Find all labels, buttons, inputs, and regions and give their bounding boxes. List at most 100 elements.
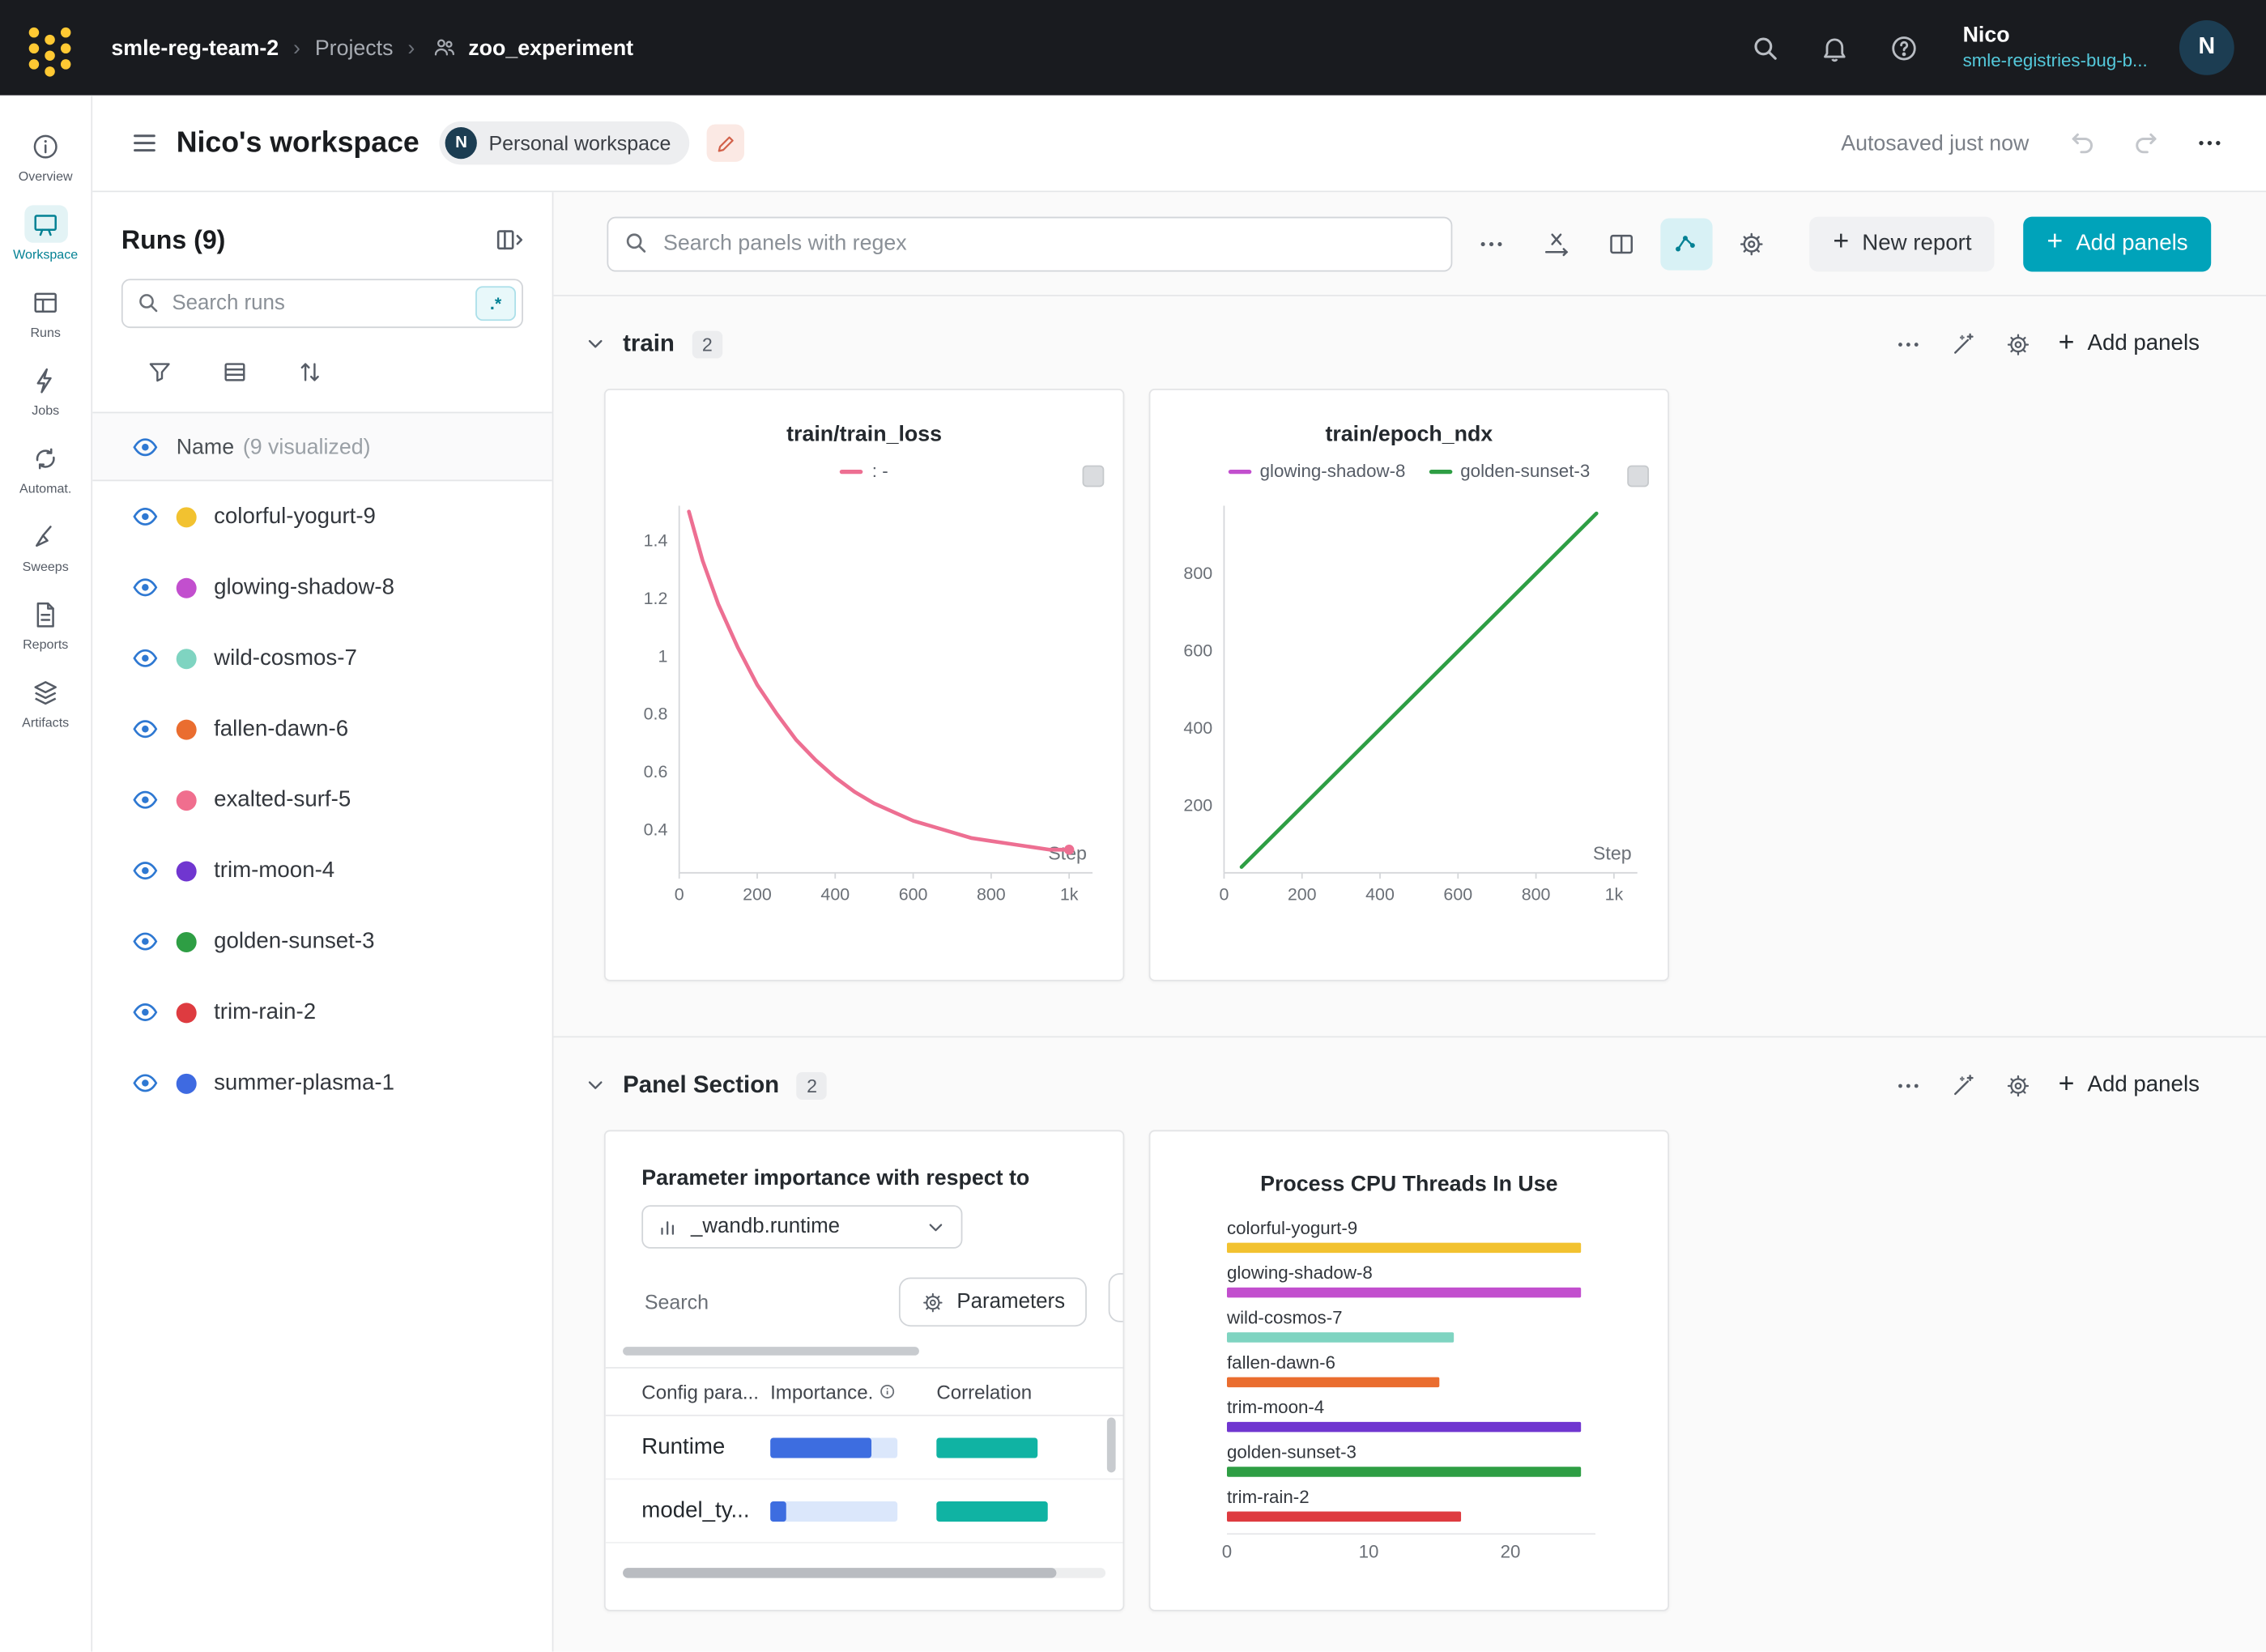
panel-grip-icon[interactable] [1627, 466, 1649, 488]
param-search-input[interactable] [641, 1289, 829, 1315]
filter-icon[interactable] [138, 351, 179, 392]
horizontal-scrollbar[interactable] [623, 1568, 1105, 1577]
help-icon[interactable] [1885, 29, 1922, 66]
config-param-column-header[interactable]: Config para... [606, 1381, 770, 1403]
param-table-row[interactable]: Runtime [606, 1416, 1123, 1480]
settings-gear-icon[interactable] [1726, 218, 1778, 270]
global-search-icon[interactable] [1746, 29, 1783, 66]
toolbar-more-icon[interactable] [1465, 218, 1517, 270]
redo-icon[interactable] [2124, 121, 2168, 165]
panel-epoch-ndx[interactable]: train/epoch_ndx glowing-shadow-8golden-s… [1149, 389, 1669, 981]
panel-train-loss[interactable]: train/train_loss : - 0.40.60.811.21.4020… [604, 389, 1124, 981]
visibility-eye-icon[interactable] [130, 786, 160, 815]
run-name[interactable]: colorful-yogurt-9 [214, 504, 376, 530]
section-gear-icon[interactable] [1995, 1062, 2041, 1109]
chevron-down-icon[interactable] [580, 1069, 611, 1101]
run-row[interactable]: summer-plasma-1 [92, 1048, 552, 1118]
hidden-button-edge[interactable] [1109, 1273, 1125, 1322]
rail-item-runs[interactable]: Runs [2, 283, 89, 340]
visibility-eye-icon[interactable] [130, 998, 160, 1027]
expand-runs-table-icon[interactable] [488, 221, 532, 258]
sort-icon[interactable] [289, 351, 330, 392]
run-row[interactable]: glowing-shadow-8 [92, 552, 552, 623]
panel-parameter-importance[interactable]: Parameter importance with respect to _wa… [604, 1130, 1124, 1611]
runs-search-input[interactable] [121, 279, 523, 328]
run-row[interactable]: fallen-dawn-6 [92, 694, 552, 764]
add-panels-button[interactable]: + Add panels [2024, 216, 2211, 271]
collapse-sidebar-icon[interactable] [124, 123, 164, 164]
undo-icon[interactable] [2061, 121, 2105, 165]
section-gear-icon[interactable] [1995, 321, 2041, 367]
regex-toggle[interactable]: .* [475, 286, 516, 321]
rail-item-sweeps[interactable]: Sweeps [2, 517, 89, 574]
run-name[interactable]: wild-cosmos-7 [214, 645, 357, 671]
rail-item-artifacts[interactable]: Artifacts [2, 674, 89, 730]
run-comparer-icon[interactable] [1660, 218, 1712, 270]
breadcrumb-projects[interactable]: Projects [315, 36, 394, 60]
personal-workspace-badge[interactable]: N Personal workspace [440, 121, 690, 165]
section-title[interactable]: train [623, 330, 675, 358]
svg-text:1k: 1k [1605, 885, 1624, 905]
run-row[interactable]: golden-sunset-3 [92, 906, 552, 977]
breadcrumb-project[interactable]: zoo_experiment [468, 36, 633, 60]
x-axis-settings-icon[interactable] [1531, 218, 1582, 270]
run-row[interactable]: exalted-surf-5 [92, 764, 552, 835]
run-row[interactable]: colorful-yogurt-9 [92, 481, 552, 551]
run-name[interactable]: summer-plasma-1 [214, 1070, 394, 1096]
section-add-panels-button[interactable]: + Add panels [2050, 318, 2208, 370]
new-report-button[interactable]: + New report [1810, 216, 1995, 271]
panels-toolbar: + New report + Add panels [553, 192, 2266, 296]
panel-cpu-threads[interactable]: Process CPU Threads In Use colorful-yogu… [1149, 1130, 1669, 1611]
name-column-header[interactable]: Name [177, 434, 234, 458]
visibility-eye-icon[interactable] [130, 927, 160, 956]
notifications-bell-icon[interactable] [1816, 29, 1853, 66]
chevron-down-icon[interactable] [580, 328, 611, 360]
rail-item-workspace[interactable]: Workspace [2, 205, 89, 262]
correlation-column-header[interactable]: Correlation [936, 1381, 1122, 1403]
magic-wand-icon[interactable] [1940, 1062, 1986, 1109]
run-name[interactable]: trim-moon-4 [214, 858, 334, 883]
parameters-button[interactable]: Parameters [899, 1277, 1087, 1326]
user-avatar[interactable]: N [2179, 20, 2234, 75]
visibility-eye-icon[interactable] [130, 502, 160, 531]
magic-wand-icon[interactable] [1940, 321, 1986, 367]
rail-item-reports[interactable]: Reports [2, 595, 89, 652]
visibility-eye-icon[interactable] [130, 644, 160, 673]
user-team-link[interactable]: smle-registries-bug-b... [1963, 50, 2148, 73]
run-row[interactable]: trim-rain-2 [92, 977, 552, 1047]
section-add-panels-button[interactable]: + Add panels [2050, 1059, 2208, 1111]
visibility-eye-icon[interactable] [130, 1069, 160, 1098]
param-table-row[interactable]: model_ty... [606, 1480, 1123, 1543]
workspace-edit-icon[interactable] [707, 124, 744, 161]
vertical-scrollbar[interactable] [1107, 1418, 1116, 1534]
rail-item-automations[interactable]: Automat. [2, 439, 89, 496]
run-row[interactable]: wild-cosmos-7 [92, 623, 552, 693]
panel-layout-icon[interactable] [1595, 218, 1647, 270]
section-more-icon[interactable] [1885, 321, 1931, 367]
visibility-eye-icon[interactable] [130, 573, 160, 602]
run-name[interactable]: glowing-shadow-8 [214, 574, 394, 600]
panel-search-input[interactable] [607, 216, 1452, 271]
horizontal-scrollbar[interactable] [623, 1347, 1122, 1356]
run-name[interactable]: fallen-dawn-6 [214, 716, 348, 742]
run-row[interactable]: trim-moon-4 [92, 835, 552, 905]
workspace-more-icon[interactable] [2188, 121, 2232, 165]
run-name[interactable]: trim-rain-2 [214, 999, 316, 1025]
importance-column-header[interactable]: Importance. [770, 1381, 873, 1403]
visibility-eye-icon[interactable] [130, 856, 160, 885]
visibility-eye-icon[interactable] [130, 714, 160, 743]
run-name[interactable]: exalted-surf-5 [214, 787, 351, 813]
section-title[interactable]: Panel Section [623, 1071, 779, 1099]
run-name[interactable]: golden-sunset-3 [214, 929, 374, 955]
section-more-icon[interactable] [1885, 1062, 1931, 1109]
target-metric-dropdown[interactable]: _wandb.runtime [641, 1205, 962, 1249]
rail-item-overview[interactable]: Overview [2, 127, 89, 184]
user-menu[interactable]: Nico smle-registries-bug-b... [1963, 23, 2148, 72]
breadcrumb-team[interactable]: smle-reg-team-2 [111, 36, 279, 60]
group-icon[interactable] [214, 351, 254, 392]
importance-info-icon[interactable] [879, 1383, 896, 1400]
rail-item-jobs[interactable]: Jobs [2, 361, 89, 418]
panel-grip-icon[interactable] [1083, 466, 1105, 488]
wandb-logo[interactable] [29, 27, 71, 69]
visibility-eye-icon[interactable] [130, 432, 160, 462]
